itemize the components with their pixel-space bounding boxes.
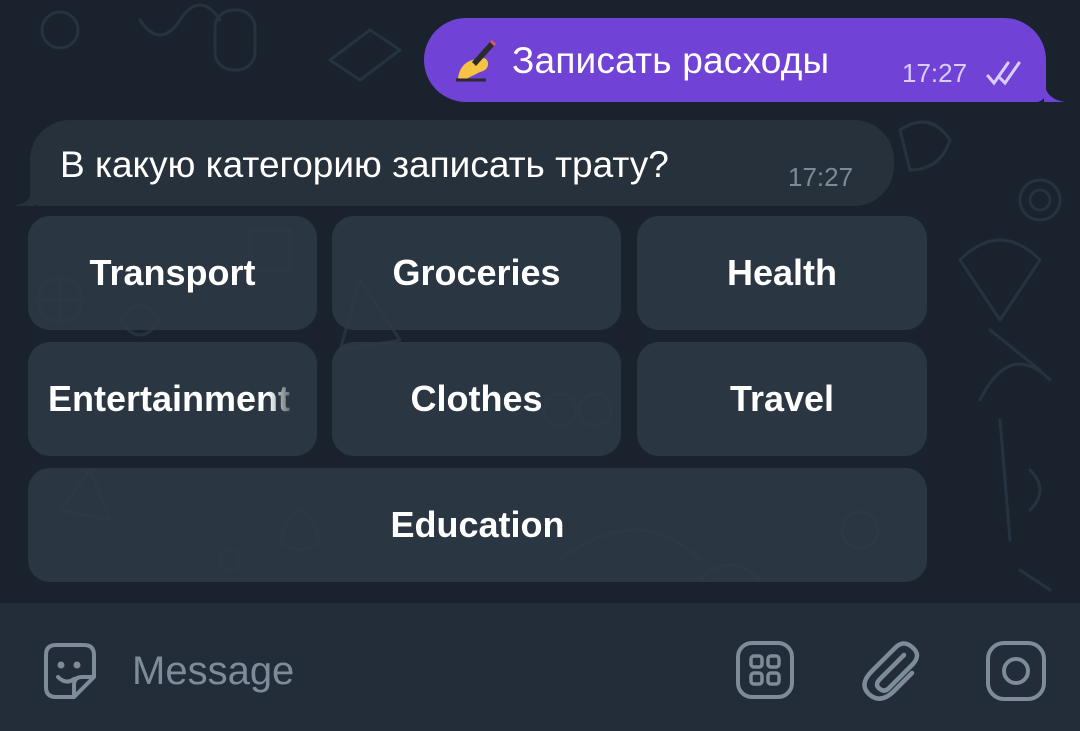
message-timestamp: 17:27 [788,162,854,192]
message-input[interactable] [132,647,692,695]
outgoing-bubble-tail [1044,82,1066,102]
sticker-emoji-icon[interactable] [38,639,102,703]
keyboard-button-health[interactable]: Health [637,216,927,330]
outgoing-message-text: Записать расходы [512,40,830,81]
keyboard-button-clothes[interactable]: Clothes [332,342,621,456]
incoming-message-text: В какую категорию записать трату? [60,144,669,185]
message-timestamp: 17:27 [902,58,968,88]
read-double-check-icon [986,61,1021,86]
incoming-message-bubble[interactable]: В какую категорию записать трату? 17:27 [30,120,894,206]
keyboard-button-travel[interactable]: Travel [637,342,927,456]
attach-paperclip-icon[interactable] [858,637,924,703]
message-composer [0,603,1080,731]
keyboard-button-groceries[interactable]: Groceries [332,216,621,330]
keyboard-button-entertainment[interactable]: Entertainment [28,342,317,456]
bot-commands-icon[interactable] [734,639,796,701]
outgoing-message-bubble[interactable]: Записать расходы 17:27 [424,18,1046,102]
writing-hand-emoji-icon [456,40,496,82]
incoming-bubble-tail [12,186,34,206]
keyboard-button-transport[interactable]: Transport [28,216,317,330]
camera-record-icon[interactable] [984,639,1048,703]
keyboard-button-education[interactable]: Education [28,468,927,582]
chat-background: Записать расходы 17:27 В какую категорию… [0,0,1080,603]
